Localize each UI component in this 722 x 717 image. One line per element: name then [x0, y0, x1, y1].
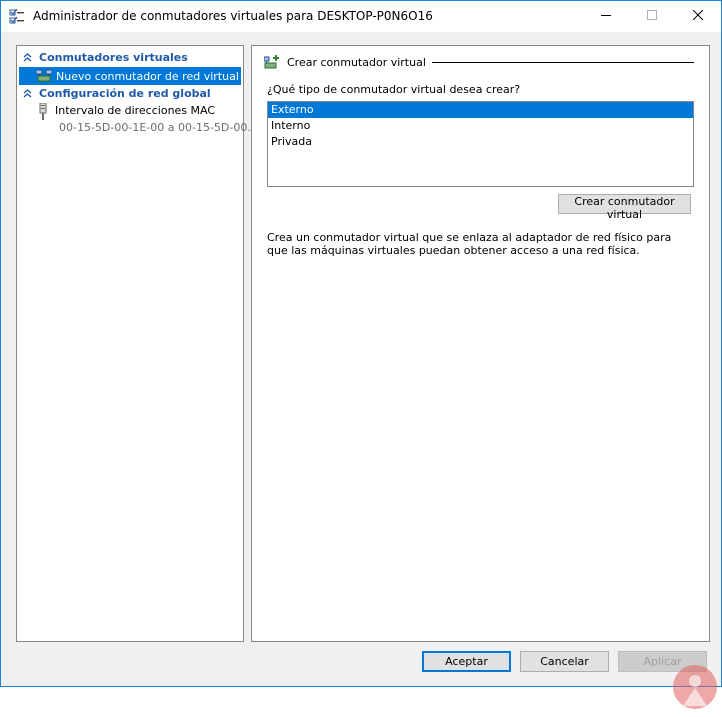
create-virtual-switch-button[interactable]: Crear conmutador virtual	[558, 194, 691, 221]
section-label: Configuración de red global	[39, 87, 211, 100]
collapse-chevron-icon[interactable]	[19, 53, 35, 62]
switch-type-list[interactable]: Externo Interno Privada	[267, 101, 694, 187]
maximize-icon	[647, 10, 657, 23]
virtual-switch-manager-window: Administrador de conmutadores virtuales …	[0, 0, 722, 709]
minimize-icon	[601, 10, 611, 23]
close-button[interactable]	[675, 1, 721, 32]
mac-range-value: 00-15-5D-00-1E-00 a 00-15-5D-00...	[59, 121, 258, 134]
section-global-network-settings[interactable]: Configuración de red global	[17, 85, 243, 102]
close-icon	[692, 9, 704, 23]
cancel-button[interactable]: Cancelar	[520, 651, 609, 672]
question-label: ¿Qué tipo de conmutador virtual desea cr…	[267, 83, 521, 96]
new-virtual-switch-icon	[35, 68, 53, 84]
group-title: Crear conmutador virtual	[287, 55, 426, 69]
create-switch-icon	[263, 54, 280, 70]
sidebar-item-new-virtual-switch[interactable]: Nuevo conmutador de red virtual	[19, 67, 241, 85]
mac-address-icon	[37, 102, 49, 121]
window-title: Administrador de conmutadores virtuales …	[33, 9, 433, 23]
group-header: Crear conmutador virtual	[263, 54, 694, 70]
group-divider	[431, 61, 694, 63]
collapse-chevron-icon[interactable]	[19, 89, 35, 98]
sidebar-item-label: Intervalo de direcciones MAC	[55, 104, 216, 117]
switch-type-option-external[interactable]: Externo	[268, 102, 693, 118]
maximize-button[interactable]	[629, 1, 675, 32]
title-bar[interactable]: Administrador de conmutadores virtuales …	[1, 1, 721, 32]
section-label: Conmutadores virtuales	[39, 51, 188, 64]
virtual-switch-manager-icon	[9, 8, 25, 25]
navigation-tree: Conmutadores virtuales Nuevo conmutador …	[16, 45, 258, 642]
switch-type-option-internal[interactable]: Interno	[268, 118, 693, 134]
sidebar-item-label: Nuevo conmutador de red virtual	[56, 69, 239, 83]
switch-type-description: Crea un conmutador virtual que se enlaza…	[267, 231, 672, 257]
minimize-button[interactable]	[583, 1, 629, 32]
details-panel: Crear conmutador virtual ¿Qué tipo de co…	[251, 45, 710, 642]
ok-button[interactable]: Aceptar	[422, 651, 511, 672]
dialog-body: Conmutadores virtuales Nuevo conmutador …	[1, 32, 721, 709]
site-logo	[672, 664, 718, 714]
section-virtual-switches[interactable]: Conmutadores virtuales	[17, 49, 243, 66]
switch-type-option-private[interactable]: Privada	[268, 134, 693, 150]
